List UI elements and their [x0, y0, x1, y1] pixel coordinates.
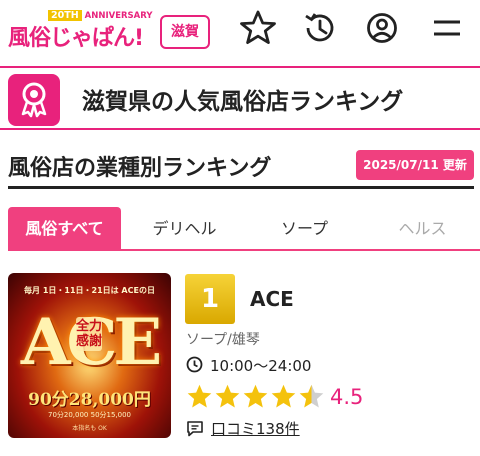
business-hours-text: 10:00〜24:00 [210, 357, 312, 375]
page-title: 滋賀県の人気風俗店ランキング [82, 89, 404, 115]
tabs-underline [8, 249, 480, 251]
reviews-count-text[interactable]: 口コミ138件 [211, 418, 300, 439]
updated-date-badge: 2025/07/11 更新 [356, 150, 474, 180]
menu-icon[interactable] [426, 8, 466, 48]
tab-delivery-health[interactable]: デリヘル [128, 207, 241, 251]
shop-image[interactable]: 毎月 1日・11日・21日は ACEの日 ACE 全力感謝 90分28,000円… [8, 273, 171, 438]
section-title: 風俗店の業種別ランキング [8, 156, 272, 181]
star-icon [271, 384, 296, 408]
star-icon [187, 384, 212, 408]
tab-soap[interactable]: ソープ [248, 207, 361, 251]
site-header: 20TH ANNIVERSARY 風俗じゃぱん! 滋賀 [0, 0, 480, 56]
history-icon[interactable] [300, 8, 340, 48]
tab-health[interactable]: ヘルス [366, 207, 479, 251]
page-title-bar: 滋賀県の人気風俗店ランキング [0, 66, 480, 130]
tab-all[interactable]: 風俗すべて [8, 207, 121, 251]
image-foot-text: 本指名も OK [72, 425, 107, 432]
category-tabs: 風俗すべて デリヘル ソープ ヘルス [8, 207, 480, 251]
half-star-icon [299, 384, 324, 408]
image-price-text: 90分28,000円 [28, 390, 151, 410]
star-icon [243, 384, 268, 408]
shop-name-link[interactable]: ACE [250, 287, 294, 311]
region-button[interactable]: 滋賀 [160, 15, 210, 49]
favorite-star-icon[interactable] [238, 8, 278, 48]
rank-badge: 1 [185, 274, 235, 324]
shop-category: ソープ/雄琴 [186, 332, 260, 348]
rating-score: 4.5 [330, 385, 364, 409]
section-divider [8, 186, 474, 189]
image-event-text: 毎月 1日・11日・21日は ACEの日 [24, 286, 155, 295]
image-vertical-text: 全力感謝 [76, 317, 103, 351]
account-icon[interactable] [362, 8, 402, 48]
clock-icon [186, 356, 203, 373]
star-icon [215, 384, 240, 408]
logo-text: 風俗じゃぱん! [8, 26, 144, 51]
site-logo[interactable]: 20TH ANNIVERSARY 風俗じゃぱん! [8, 8, 158, 51]
comment-icon [187, 421, 203, 437]
ranking-award-icon [8, 74, 60, 126]
image-sub-price-text: 70分20,000 50分15,000 [47, 411, 132, 419]
